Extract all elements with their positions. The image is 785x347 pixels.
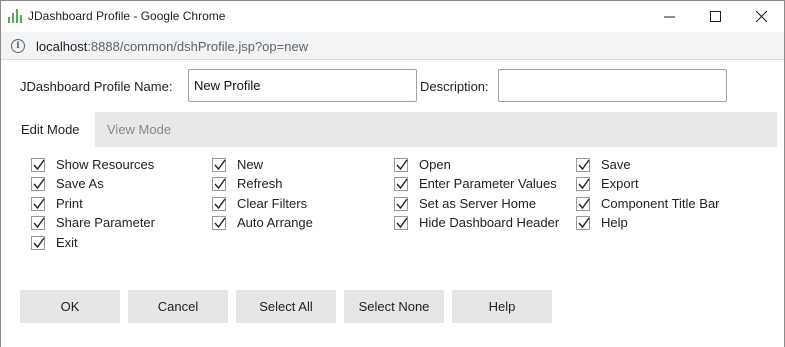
checkmark-icon <box>33 217 45 228</box>
url-text[interactable]: localhost:8888/common/dshProfile.jsp?op=… <box>36 39 308 54</box>
option-save[interactable]: Save <box>576 155 631 174</box>
option-label: Exit <box>56 235 78 250</box>
checkmark-icon <box>578 159 590 170</box>
option-open[interactable]: Open <box>394 155 451 174</box>
option-enter-parameter-values[interactable]: Enter Parameter Values <box>394 174 557 193</box>
description-label: Description: <box>420 79 489 94</box>
option-share-parameter[interactable]: Share Parameter <box>31 213 155 232</box>
checkbox[interactable] <box>212 176 226 191</box>
option-save-as[interactable]: Save As <box>31 174 104 193</box>
checkmark-icon <box>578 198 590 209</box>
minimize-icon <box>663 16 675 18</box>
checkbox[interactable] <box>576 215 590 230</box>
option-label: Refresh <box>237 176 283 191</box>
checkbox[interactable] <box>31 176 45 191</box>
checkmark-icon <box>214 198 226 209</box>
option-label: Show Resources <box>56 157 155 172</box>
option-print[interactable]: Print <box>31 194 83 213</box>
checkmark-icon <box>33 178 45 189</box>
option-label: Share Parameter <box>56 215 155 230</box>
title-bar: JDashboard Profile - Google Chrome <box>1 1 784 32</box>
tab-view-mode[interactable]: View Mode <box>97 112 181 147</box>
checkbox[interactable] <box>212 215 226 230</box>
checkmark-icon <box>578 217 590 228</box>
checkbox[interactable] <box>576 176 590 191</box>
checkbox[interactable] <box>212 157 226 172</box>
option-label: Clear Filters <box>237 196 308 211</box>
checkbox[interactable] <box>576 196 590 211</box>
option-label: Auto Arrange <box>237 215 313 230</box>
option-hide-dashboard-header[interactable]: Hide Dashboard Header <box>394 213 559 232</box>
select-none-button[interactable]: Select None <box>344 290 444 323</box>
close-icon <box>755 11 767 22</box>
option-help[interactable]: Help <box>576 213 628 232</box>
jdashboard-app-icon <box>8 9 22 23</box>
option-label: Save As <box>56 176 104 191</box>
checkmark-icon <box>396 178 408 189</box>
maximize-button[interactable] <box>692 1 738 32</box>
cancel-button[interactable]: Cancel <box>128 290 228 323</box>
option-label: Component Title Bar <box>601 196 720 211</box>
ok-button[interactable]: OK <box>20 290 120 323</box>
checkbox[interactable] <box>31 215 45 230</box>
mode-tabs: Edit Mode View Mode <box>11 112 777 147</box>
option-export[interactable]: Export <box>576 174 639 193</box>
option-label: Save <box>601 157 631 172</box>
checkbox[interactable] <box>31 196 45 211</box>
option-new[interactable]: New <box>212 155 263 174</box>
checkbox[interactable] <box>394 196 408 211</box>
profile-name-input[interactable]: New Profile <box>188 69 417 102</box>
url-path: :8888/common/dshProfile.jsp?op=new <box>87 39 309 54</box>
checkbox[interactable] <box>31 235 45 250</box>
option-label: Help <box>601 215 628 230</box>
checkbox[interactable] <box>394 215 408 230</box>
select-all-button[interactable]: Select All <box>236 290 336 323</box>
help-button[interactable]: Help <box>452 290 552 323</box>
option-label: Open <box>419 157 451 172</box>
info-icon[interactable]: i <box>11 39 25 53</box>
checkmark-icon <box>33 198 45 209</box>
profile-name-label: JDashboard Profile Name: <box>20 79 173 94</box>
close-button[interactable] <box>738 1 784 32</box>
checkmark-icon <box>33 159 45 170</box>
address-bar[interactable]: i localhost:8888/common/dshProfile.jsp?o… <box>1 32 784 60</box>
option-label: Export <box>601 176 639 191</box>
option-label: New <box>237 157 264 172</box>
checkmark-icon <box>578 178 590 189</box>
checkbox[interactable] <box>576 157 590 172</box>
checkmark-icon <box>396 198 408 209</box>
option-set-as-server-home[interactable]: Set as Server Home <box>394 194 536 213</box>
profile-form: JDashboard Profile Name: New Profile Des… <box>1 61 784 347</box>
checkmark-icon <box>396 159 408 170</box>
maximize-icon <box>709 11 721 22</box>
option-label: Set as Server Home <box>419 196 537 211</box>
option-label: Hide Dashboard Header <box>419 215 560 230</box>
url-host: localhost <box>36 39 88 54</box>
checkmark-icon <box>33 237 45 248</box>
option-refresh[interactable]: Refresh <box>212 174 283 193</box>
window-title: JDashboard Profile - Google Chrome <box>28 9 226 23</box>
checkmark-icon <box>214 217 226 228</box>
browser-window: JDashboard Profile - Google Chrome i loc… <box>0 0 785 347</box>
option-label: Enter Parameter Values <box>419 176 557 191</box>
checkbox[interactable] <box>31 157 45 172</box>
option-exit[interactable]: Exit <box>31 233 78 252</box>
option-label: Print <box>56 196 83 211</box>
description-input[interactable] <box>498 69 727 102</box>
option-show-resources[interactable]: Show Resources <box>31 155 154 174</box>
option-component-title-bar[interactable]: Component Title Bar <box>576 194 720 213</box>
checkbox[interactable] <box>394 176 408 191</box>
option-auto-arrange[interactable]: Auto Arrange <box>212 213 313 232</box>
checkmark-icon <box>214 178 226 189</box>
minimize-button[interactable] <box>646 1 692 32</box>
option-clear-filters[interactable]: Clear Filters <box>212 194 307 213</box>
checkmark-icon <box>396 217 408 228</box>
checkmark-icon <box>214 159 226 170</box>
profile-name-value: New Profile <box>194 78 261 93</box>
checkbox[interactable] <box>394 157 408 172</box>
checkbox[interactable] <box>212 196 226 211</box>
tab-edit-mode[interactable]: Edit Mode <box>11 112 95 147</box>
